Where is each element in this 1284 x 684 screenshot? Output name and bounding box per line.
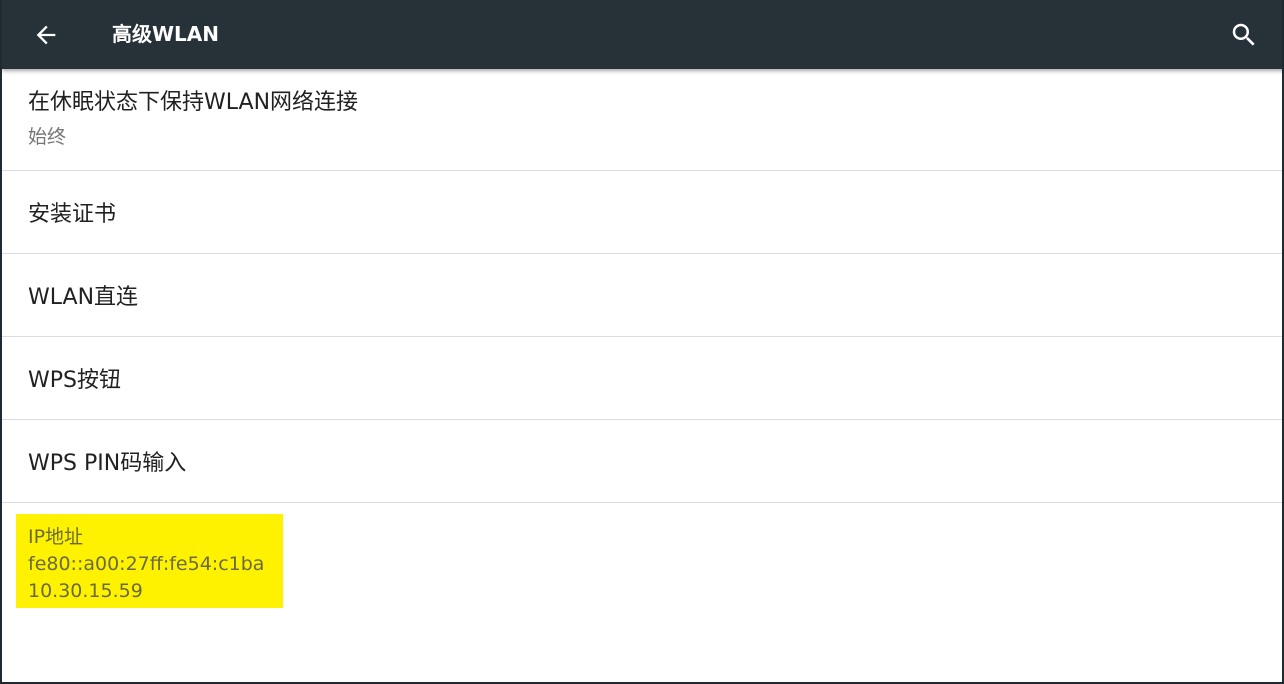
setting-wifi-direct[interactable]: WLAN直连 xyxy=(2,254,1282,337)
setting-wps-pin-entry[interactable]: WPS PIN码输入 xyxy=(2,420,1282,503)
setting-subtitle: 始终 xyxy=(28,126,67,148)
ip-address-info: IP地址 fe80::a00:27ff:fe54:c1ba 10.30.15.5… xyxy=(16,514,283,608)
screen: 高级WLAN 在休眠状态下保持WLAN网络连接 始终 安装证书 WLAN直连 W… xyxy=(0,0,1284,684)
ip-address-ipv6: fe80::a00:27ff:fe54:c1ba xyxy=(28,553,265,575)
setting-wps-button[interactable]: WPS按钮 xyxy=(2,337,1282,420)
back-arrow-icon xyxy=(36,25,56,45)
setting-keep-wifi-on-during-sleep[interactable]: 在休眠状态下保持WLAN网络连接 始终 xyxy=(2,69,1282,171)
ip-address-ipv4: 10.30.15.59 xyxy=(28,580,143,602)
setting-title: WPS按钮 xyxy=(28,368,121,393)
ip-address-label: IP地址 xyxy=(28,526,84,548)
search-icon xyxy=(1232,23,1255,46)
setting-title: 安装证书 xyxy=(28,202,117,227)
page-title: 高级WLAN xyxy=(112,22,220,46)
back-button[interactable] xyxy=(24,14,68,56)
setting-title: WLAN直连 xyxy=(28,285,139,310)
setting-title: WPS PIN码输入 xyxy=(28,451,187,476)
app-bar: 高级WLAN xyxy=(2,0,1282,69)
search-button[interactable] xyxy=(1222,13,1266,57)
settings-list: 在休眠状态下保持WLAN网络连接 始终 安装证书 WLAN直连 WPS按钮 WP… xyxy=(2,69,1282,574)
setting-title: 在休眠状态下保持WLAN网络连接 xyxy=(28,90,359,115)
setting-install-certificates[interactable]: 安装证书 xyxy=(2,171,1282,254)
